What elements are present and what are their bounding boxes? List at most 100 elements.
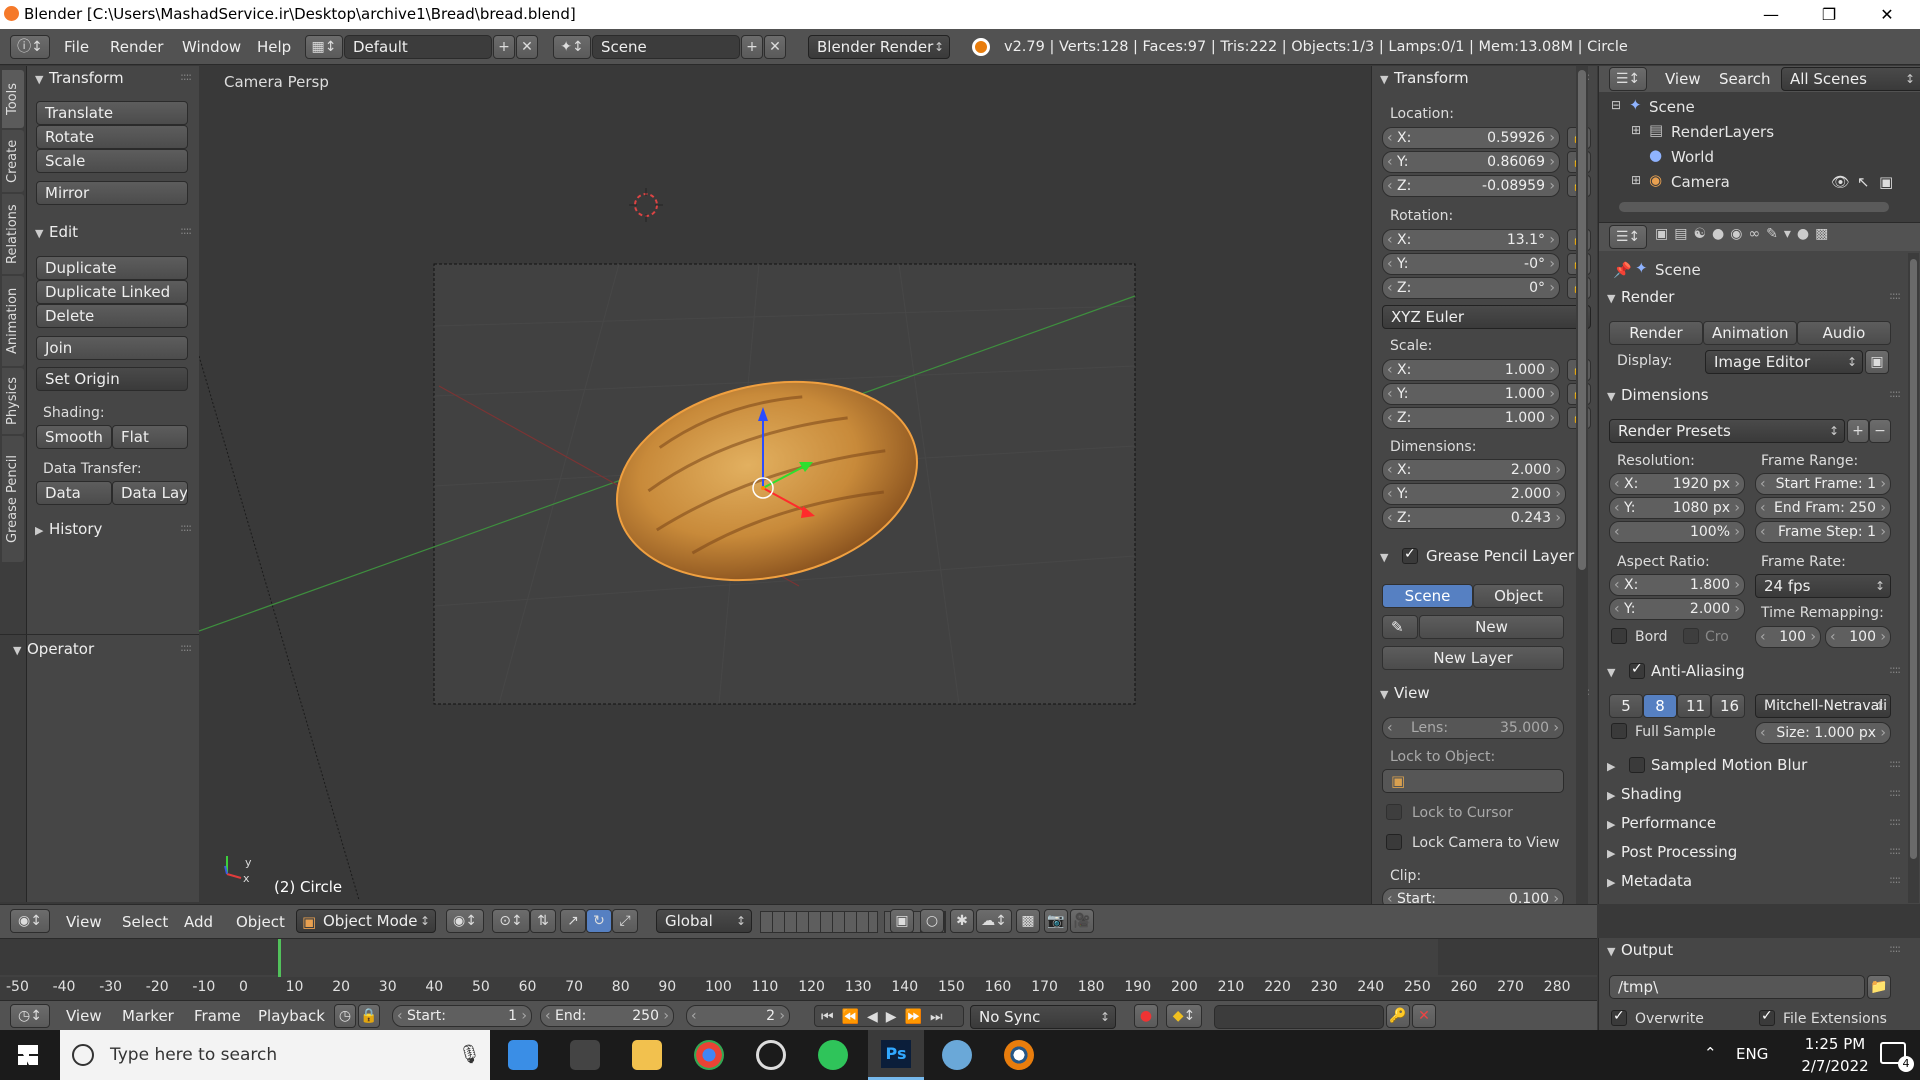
opengl-render-icon[interactable]: 📷 [1044, 909, 1068, 933]
edit-panel-header[interactable]: ▼ Edit [35, 220, 78, 246]
outliner-item-camera[interactable]: Camera [1671, 173, 1730, 191]
location-x-field[interactable]: X: 0.59926 [1382, 127, 1560, 149]
anti-aliasing-header[interactable]: ▼ [1607, 659, 1621, 685]
preview-range-icon[interactable]: ◷ [334, 1004, 356, 1028]
shading-panel-header[interactable]: ▶ Shading [1607, 782, 1682, 808]
scene-icon[interactable]: ✦↕ [553, 35, 591, 59]
timeline[interactable]: -50 -40 -30 -20 -10 0 10 20 30 40 50 60 … [0, 938, 1597, 1001]
blender-taskbar-icon[interactable] [1004, 1040, 1034, 1070]
gp-new-button[interactable]: New [1419, 615, 1564, 639]
view-panel-header[interactable]: ▼ View [1380, 681, 1430, 707]
outliner-item-renderlayers[interactable]: RenderLayers [1671, 123, 1774, 141]
delete-button[interactable]: Delete [36, 304, 188, 328]
sidebar-scrollbar[interactable] [1576, 66, 1588, 904]
panel-grip-icon[interactable]: :::: [1889, 786, 1901, 799]
viewport-view-menu[interactable]: View [66, 905, 102, 939]
gp-new-layer-button[interactable]: New Layer [1382, 646, 1564, 670]
location-z-field[interactable]: Z: -0.08959 [1382, 175, 1560, 197]
outliner-item-world[interactable]: World [1671, 148, 1714, 166]
transform-panel-header[interactable]: ▼ Transform [35, 66, 124, 92]
join-button[interactable]: Join [36, 336, 188, 360]
dimension-y-field[interactable]: Y: 2.000 [1382, 483, 1566, 505]
chrome-icon[interactable] [694, 1040, 724, 1070]
set-origin-select[interactable]: Set Origin [36, 367, 188, 391]
aa-samples-16[interactable]: 16 [1711, 694, 1745, 718]
anti-aliasing-checkbox[interactable] [1629, 661, 1645, 679]
folder-icon[interactable] [632, 1040, 662, 1070]
resolution-y-field[interactable]: Y:1080 px [1609, 497, 1745, 519]
snap-icon[interactable]: ✱ [950, 909, 974, 933]
microphone-icon[interactable]: 🎙 [458, 1044, 481, 1065]
aspect-x-field[interactable]: X:1.800 [1609, 574, 1745, 596]
expand-icon[interactable]: ⊞ [1631, 173, 1641, 187]
properties-scrollbar[interactable] [1908, 253, 1919, 903]
smooth-button[interactable]: Smooth [36, 425, 112, 449]
clock-date[interactable]: 2/7/2022 [1790, 1057, 1880, 1075]
aa-samples-5[interactable]: 5 [1609, 694, 1643, 718]
outliner-hscrollbar[interactable] [1619, 202, 1889, 212]
viewport-add-menu[interactable]: Add [184, 905, 213, 939]
full-sample-checkbox[interactable] [1611, 723, 1627, 739]
frame-step-field[interactable]: Frame Step: 1 [1755, 521, 1891, 543]
data-button[interactable]: Data [36, 481, 112, 505]
render-visibility-icon[interactable]: ▣ [1879, 173, 1893, 191]
timeline-editor-icon[interactable]: ◷↕ [10, 1004, 50, 1028]
aspect-y-field[interactable]: Y:2.000 [1609, 598, 1745, 620]
output-panel-header[interactable]: ▼ Output [1607, 938, 1673, 964]
grease-pencil-layer-header[interactable]: ▼ [1380, 544, 1394, 570]
rotation-z-field[interactable]: Z: 0° [1382, 277, 1560, 299]
tray-chevron-icon[interactable]: ⌃ [1704, 1044, 1717, 1062]
border-checkbox[interactable] [1611, 628, 1627, 644]
minimize-icon[interactable]: — [1742, 0, 1800, 29]
current-frame-line[interactable] [278, 939, 281, 979]
aa-samples-11[interactable]: 11 [1677, 694, 1711, 718]
scrollbar-thumb[interactable] [1910, 259, 1917, 859]
file-extensions-checkbox[interactable] [1759, 1008, 1775, 1026]
dimensions-panel-header[interactable]: ▼ Dimensions [1607, 383, 1709, 409]
manipulator-toggle-icon[interactable]: ⇅ [530, 909, 556, 933]
dimension-z-field[interactable]: Z: 0.243 [1382, 507, 1566, 529]
pin-icon[interactable]: 📌 [1613, 261, 1632, 279]
start-frame-field[interactable]: Start Frame: 1 [1755, 473, 1891, 495]
rotate-manipulator-icon[interactable]: ↻ [586, 909, 612, 933]
rotation-y-field[interactable]: Y: -0° [1382, 253, 1560, 275]
photoshop-task[interactable]: Ps [868, 1030, 924, 1080]
translate-button[interactable]: Translate [36, 101, 188, 125]
timeline-playback-menu[interactable]: Playback [258, 1001, 325, 1031]
render-image-button[interactable]: Render [1609, 321, 1703, 345]
operator-panel-header[interactable]: ▼ Operator [13, 637, 94, 663]
proportional-edit-icon[interactable]: ○ [920, 909, 944, 933]
grease-pencil-checkbox[interactable] [1402, 546, 1418, 564]
remove-preset-icon[interactable]: − [1869, 419, 1891, 443]
object-mode-select[interactable]: Object Mode [296, 909, 436, 933]
panel-grip-icon[interactable]: :::: [180, 224, 192, 237]
resolution-percentage-field[interactable]: 100% [1609, 521, 1745, 543]
windows-start-icon[interactable] [18, 1045, 38, 1065]
translate-manipulator-icon[interactable]: ↗ [560, 909, 586, 933]
rotate-button[interactable]: Rotate [36, 125, 188, 149]
tab-grease-pencil[interactable]: Grease Pencil [2, 436, 24, 562]
3d-cursor-icon[interactable] [629, 188, 663, 222]
expand-icon[interactable]: ⊞ [1631, 123, 1641, 137]
aa-filter-select[interactable]: Mitchell-Netravali [1755, 694, 1891, 718]
panel-grip-icon[interactable]: :::: [1889, 844, 1901, 857]
pivot-point-icon[interactable]: ⊙↕ [492, 909, 530, 933]
n-transform-header[interactable]: ▼ Transform [1380, 66, 1469, 92]
end-frame-field[interactable]: End: 250 [540, 1005, 674, 1027]
duplicate-linked-button[interactable]: Duplicate Linked [36, 280, 188, 304]
cursor-select-icon[interactable]: ↖ [1857, 173, 1870, 191]
render-engine-select[interactable]: Blender Render [808, 35, 950, 59]
media-icon[interactable] [756, 1040, 786, 1070]
lens-field[interactable]: Lens: 35.000 [1382, 717, 1564, 739]
duplicate-button[interactable]: Duplicate [36, 256, 188, 280]
lock-object-field[interactable]: ▣ [1382, 769, 1564, 793]
tab-tools[interactable]: Tools [2, 70, 24, 128]
performance-panel-header[interactable]: ▶ Performance [1607, 811, 1716, 837]
layer-buttons[interactable] [760, 911, 878, 933]
display-select[interactable]: Image Editor [1705, 350, 1863, 374]
location-y-field[interactable]: Y: 0.86069 [1382, 151, 1560, 173]
lock-to-cursor-checkbox[interactable] [1386, 804, 1402, 820]
panel-grip-icon[interactable]: :::: [1889, 873, 1901, 886]
history-panel-header[interactable]: ▶ History [35, 517, 102, 543]
clip-start-field[interactable]: Start: 0.100 [1382, 888, 1564, 904]
